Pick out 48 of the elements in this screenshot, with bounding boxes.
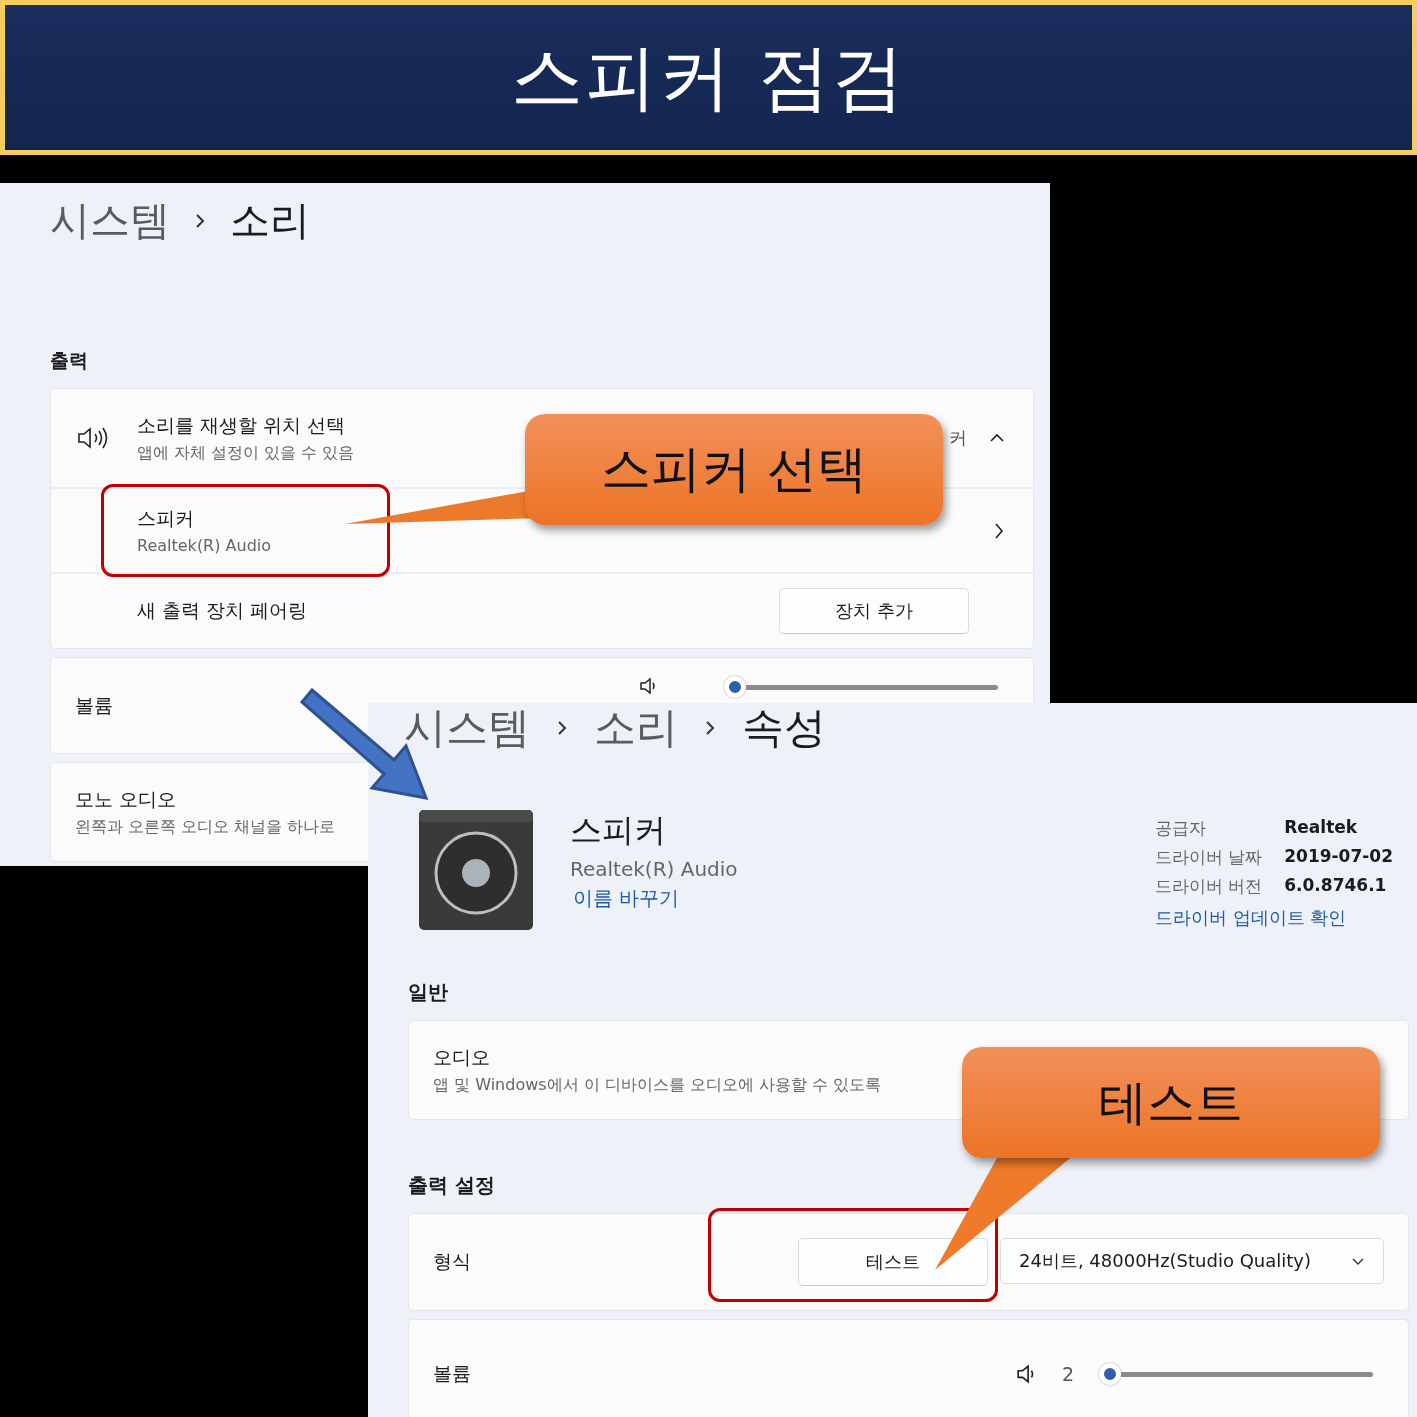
info-label: 공급자	[1154, 817, 1207, 840]
speaker-icon	[418, 809, 534, 931]
chevron-icon	[556, 720, 568, 736]
info-value: 6.0.8746.1	[1284, 875, 1388, 897]
section-heading: 출력 설정	[408, 1172, 496, 1199]
row-title: 새 출력 장치 페어링	[137, 598, 309, 623]
rename-link[interactable]: 이름 바꾸기	[573, 885, 738, 912]
row-title: 모노 오디오	[75, 786, 177, 812]
volume-reading: 2	[1061, 1363, 1074, 1385]
breadcrumb-item[interactable]: 소리	[594, 700, 678, 756]
row-title: 오디오	[433, 1044, 490, 1070]
row-title: 볼륨	[75, 692, 114, 718]
slider-thumb[interactable]	[724, 676, 747, 698]
breadcrumb-item[interactable]: 시스템	[50, 193, 170, 248]
row-subtitle: 앱 및 Windows에서 이 디바이스를 오디오에 사용할 수 있도록	[433, 1074, 882, 1096]
row-title: 볼륨	[433, 1361, 471, 1386]
callout: 스피커 선택	[525, 414, 943, 525]
row-title: 소리를 재생할 위치 선택	[137, 412, 347, 438]
info-value: 2019-07-02	[1284, 846, 1393, 868]
row-title: 형식	[433, 1249, 471, 1274]
chevron-icon	[1351, 1256, 1365, 1266]
format-dropdown[interactable]: 24비트, 48000Hz(Studio Quality)	[1000, 1238, 1384, 1284]
slider-thumb[interactable]	[1099, 1363, 1122, 1385]
breadcrumb-item: 속성	[742, 702, 826, 754]
current-device-text: 커	[949, 426, 967, 450]
section-heading: 일반	[408, 979, 449, 1006]
speaker-icon	[77, 426, 109, 450]
chevron-icon	[194, 212, 206, 229]
info-label: 드라이버 날짜	[1154, 846, 1263, 869]
slide-title: 스피커 점검	[511, 33, 906, 121]
device-name: 스피커	[570, 810, 667, 851]
chevron-icon	[704, 720, 716, 736]
breadcrumb-item: 소리	[230, 196, 310, 245]
add-device-button[interactable]: 장치 추가	[779, 588, 969, 634]
info-value: Realtek	[1284, 817, 1359, 839]
callout: 테스트	[962, 1047, 1380, 1158]
chevron-icon[interactable]	[989, 432, 1005, 444]
test-button[interactable]: 테스트	[798, 1238, 988, 1286]
info-label: 드라이버 버전	[1154, 875, 1263, 898]
device-name: 스피커	[137, 506, 195, 531]
device-detail: Realtek(R) Audio	[570, 857, 738, 881]
row-subtitle: 앱에 자체 설정이 있을 수 있음	[137, 442, 356, 464]
breadcrumb-item[interactable]: 시스템	[404, 700, 530, 756]
chevron-icon	[993, 521, 1005, 540]
row-subtitle: 왼쪽과 오른쪽 오디오 채널을 하나로	[75, 816, 336, 838]
driver-update-link[interactable]: 드라이버 업데이트 확인	[1154, 906, 1393, 930]
device-detail: Realtek(R) Audio	[137, 536, 273, 555]
section-heading: 출력	[50, 348, 89, 373]
